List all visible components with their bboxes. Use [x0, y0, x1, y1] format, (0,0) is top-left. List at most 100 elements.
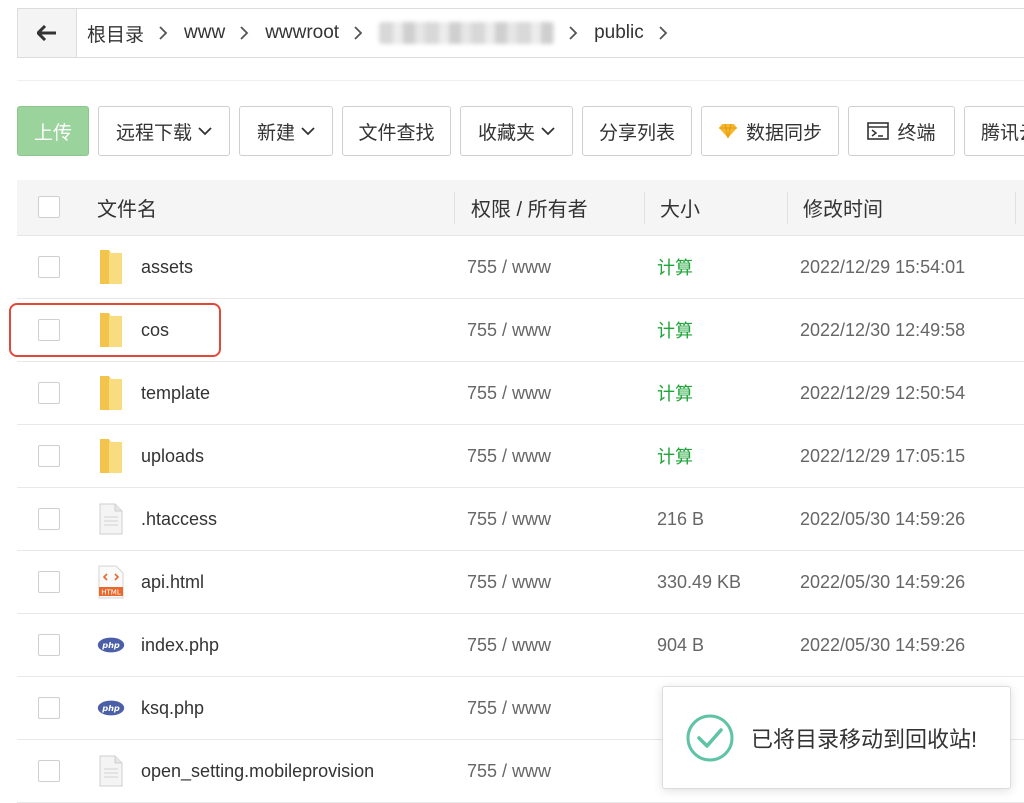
file-name[interactable]: index.php	[141, 635, 219, 656]
calculate-size-link[interactable]: 计算	[657, 236, 693, 298]
file-icon	[97, 499, 125, 539]
file-name[interactable]: .htaccess	[141, 509, 217, 530]
table-row[interactable]: template 755 / www 计算 2022/12/29 12:50:54	[17, 362, 1024, 425]
file-icon	[97, 751, 125, 791]
header-modified-time[interactable]: 修改时间	[803, 180, 883, 235]
header-name[interactable]: 文件名	[97, 180, 157, 235]
file-name[interactable]: ksq.php	[141, 698, 204, 719]
header-permission[interactable]: 权限 / 所有者	[471, 180, 588, 235]
breadcrumb-item-www[interactable]: www	[184, 22, 225, 44]
remote-download-button[interactable]: 远程下载	[98, 106, 230, 156]
folder-icon	[97, 436, 125, 476]
size-cell: 216 B	[657, 508, 705, 529]
upload-label: 上传	[33, 122, 72, 144]
file-name-cell[interactable]: assets	[97, 236, 193, 298]
permission-cell[interactable]: 755 / www	[467, 614, 551, 676]
column-divider	[787, 192, 788, 224]
share-list-label: 分享列表	[598, 122, 675, 144]
table-row[interactable]: .htaccess 755 / www 216 B 2022/05/30 14:59:…	[17, 488, 1024, 551]
data-sync-button[interactable]: 数据同步	[701, 106, 839, 156]
file-name[interactable]: template	[141, 383, 210, 404]
permission-cell[interactable]: 755 / www	[467, 677, 551, 739]
row-checkbox[interactable]	[38, 508, 60, 530]
svg-text:php: php	[101, 703, 120, 713]
chevron-right-icon	[158, 26, 168, 40]
row-checkbox[interactable]	[38, 256, 60, 278]
calculate-size-link[interactable]: 计算	[657, 362, 693, 424]
terminal-button[interactable]: 终端	[848, 106, 955, 156]
chevron-down-icon	[541, 126, 555, 136]
row-checkbox[interactable]	[38, 697, 60, 719]
tencent-cos-button[interactable]: 腾讯云	[964, 106, 1024, 156]
permission-cell[interactable]: 755 / www	[467, 362, 551, 424]
modified-time-cell: 2022/12/29 17:05:15	[800, 445, 966, 466]
file-name[interactable]: assets	[141, 257, 193, 278]
tencent-cos-label: 腾讯云	[981, 122, 1024, 144]
row-checkbox[interactable]	[38, 571, 60, 593]
breadcrumb-item-public[interactable]: public	[594, 22, 644, 44]
modified-time-cell: 2022/05/30 14:59:26	[800, 571, 966, 592]
data-sync-label: 数据同步	[745, 122, 822, 144]
breadcrumb-item-root[interactable]: 根目录	[87, 20, 144, 47]
header-size[interactable]: 大小	[660, 180, 700, 235]
file-name-cell[interactable]: template	[97, 362, 210, 424]
table-row[interactable]: php index.php 755 / www 904 B 2022/05/30 14:…	[17, 614, 1024, 677]
table-row[interactable]: uploads 755 / www 计算 2022/12/29 17:05:15	[17, 425, 1024, 488]
breadcrumb-item-wwwroot[interactable]: wwwroot	[265, 22, 339, 44]
php-file-icon: php	[97, 625, 125, 665]
breadcrumb-item-redacted[interactable]	[379, 22, 555, 44]
table-row[interactable]: HTML api.html 755 / www 330.49 KB 2022/05/30…	[17, 551, 1024, 614]
favorites-label: 收藏夹	[477, 122, 535, 144]
breadcrumb: 根目录 www wwwroot public	[87, 20, 684, 47]
toolbar: 上传 远程下载 新建 文件查找 收藏夹 分享列表 数据同步 终端 腾讯云	[17, 106, 1024, 158]
permission-cell[interactable]: 755 / www	[467, 551, 551, 613]
back-button[interactable]	[18, 9, 77, 57]
calculate-size-link[interactable]: 计算	[657, 425, 693, 487]
permission-cell[interactable]: 755 / www	[467, 299, 551, 361]
modified-time-cell: 2022/12/29 12:50:54	[800, 382, 966, 403]
file-name-cell[interactable]: php index.php	[97, 614, 219, 676]
file-name-cell[interactable]: php ksq.php	[97, 677, 204, 739]
file-name[interactable]: api.html	[141, 572, 204, 593]
file-name-cell[interactable]: open_setting.mobileprovision	[97, 740, 374, 802]
svg-text:HTML: HTML	[101, 589, 121, 597]
select-all-checkbox[interactable]	[38, 196, 60, 218]
terminal-label: 终端	[897, 122, 936, 144]
upload-button[interactable]: 上传	[17, 106, 89, 156]
file-search-label: 文件查找	[358, 122, 435, 144]
chevron-right-icon	[239, 26, 249, 40]
share-list-button[interactable]: 分享列表	[582, 106, 692, 156]
php-file-icon: php	[97, 688, 125, 728]
file-search-button[interactable]: 文件查找	[342, 106, 451, 156]
row-checkbox[interactable]	[38, 634, 60, 656]
html-file-icon: HTML	[97, 562, 125, 602]
file-name[interactable]: open_setting.mobileprovision	[141, 761, 374, 782]
file-name[interactable]: uploads	[141, 446, 204, 467]
diamond-icon	[718, 123, 738, 139]
permission-cell[interactable]: 755 / www	[467, 425, 551, 487]
toast-message: 已将目录移动到回收站!	[751, 726, 978, 752]
permission-cell[interactable]: 755 / www	[467, 740, 551, 802]
chevron-down-icon	[198, 126, 212, 136]
calculate-size-link[interactable]: 计算	[657, 299, 693, 361]
modified-time-cell: 2022/12/29 15:54:01	[800, 256, 966, 277]
table-row[interactable]: assets 755 / www 计算 2022/12/29 15:54:01	[17, 236, 1024, 299]
column-divider	[1015, 192, 1016, 224]
row-checkbox[interactable]	[38, 445, 60, 467]
modified-time-cell: 2022/05/30 14:59:26	[800, 634, 966, 655]
table-header: 文件名 权限 / 所有者 大小 修改时间	[17, 180, 1024, 236]
permission-cell[interactable]: 755 / www	[467, 488, 551, 550]
file-name-cell[interactable]: HTML api.html	[97, 551, 204, 613]
favorites-button[interactable]: 收藏夹	[460, 106, 573, 156]
new-label: 新建	[256, 122, 295, 144]
folder-icon	[97, 373, 125, 413]
row-checkbox[interactable]	[38, 760, 60, 782]
divider	[17, 80, 1024, 81]
chevron-right-icon	[658, 26, 668, 40]
row-checkbox[interactable]	[38, 382, 60, 404]
file-name-cell[interactable]: .htaccess	[97, 488, 217, 550]
new-button[interactable]: 新建	[239, 106, 333, 156]
permission-cell[interactable]: 755 / www	[467, 236, 551, 298]
file-name-cell[interactable]: uploads	[97, 425, 204, 487]
arrow-left-icon	[37, 25, 57, 41]
